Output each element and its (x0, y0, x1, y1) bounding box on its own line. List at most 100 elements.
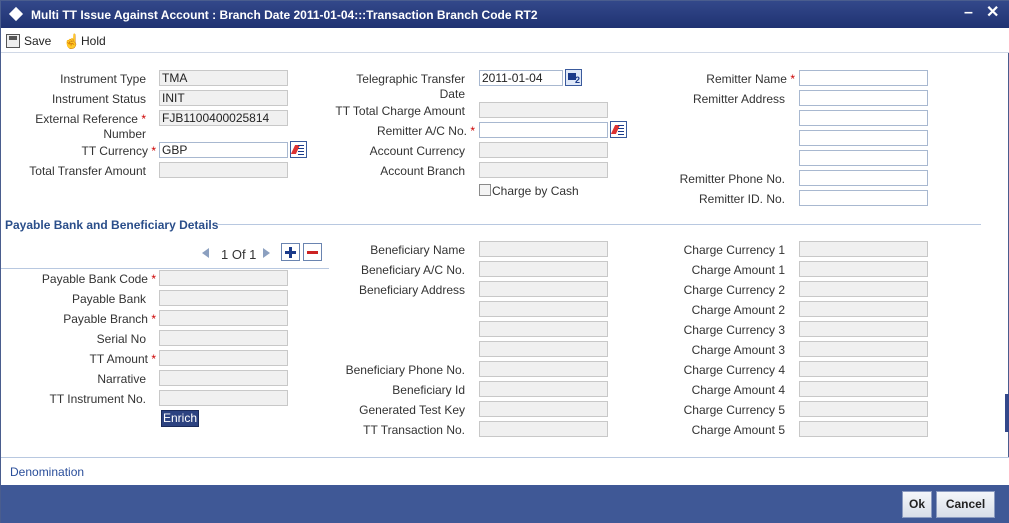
payable-bank-code-label: Payable Bank Code * (42, 272, 156, 286)
charge-currency-2-label: Charge Currency 2 (683, 283, 785, 297)
denomination-link[interactable]: Denomination (10, 465, 84, 479)
remitter-ac-label-text: Remitter A/C No. (376, 124, 467, 138)
tt-currency-label-text: TT Currency (81, 144, 148, 158)
account-currency-label: Account Currency (369, 144, 465, 158)
beneficiary-phone-field (479, 361, 608, 377)
payable-bank-code-field[interactable] (159, 270, 288, 286)
remitter-name-label-text: Remitter Name (706, 72, 787, 86)
charge-currency-4-label: Charge Currency 4 (683, 363, 785, 377)
tt-currency-label: TT Currency * (82, 144, 156, 158)
add-row-button[interactable] (281, 243, 300, 261)
charge-amount-1-label: Charge Amount 1 (691, 263, 785, 277)
beneficiary-address-line-3 (479, 321, 608, 337)
charge-currency-4-field (799, 361, 928, 377)
remitter-address-line-1[interactable] (799, 90, 928, 106)
required-marker: * (151, 312, 156, 326)
tt-date-label: Telegraphic Transfer (356, 72, 465, 86)
pager-bar: 1 Of 1 (1, 241, 329, 269)
tt-currency-input[interactable]: GBP (159, 142, 288, 158)
charge-by-cash-checkbox[interactable] (479, 184, 491, 196)
delete-row-button[interactable] (303, 243, 322, 261)
total-transfer-amount-label: Total Transfer Amount (29, 164, 146, 178)
previous-record-icon[interactable] (202, 248, 209, 258)
section-divider (217, 224, 981, 225)
remitter-ac-lov-icon[interactable] (610, 121, 627, 138)
charge-by-cash-label: Charge by Cash (492, 184, 579, 198)
cancel-button[interactable]: Cancel (936, 491, 995, 518)
tt-date-input[interactable]: 2011-01-04 (479, 70, 563, 86)
toolbar: Save ☝ Hold (1, 28, 1009, 53)
account-branch-label: Account Branch (380, 164, 465, 178)
remitter-name-input[interactable] (799, 70, 928, 86)
tt-currency-lov-icon[interactable] (290, 141, 307, 158)
window-frame: Multi TT Issue Against Account : Branch … (0, 0, 1009, 523)
payable-branch-field[interactable] (159, 310, 288, 326)
tt-transaction-no-field (479, 421, 608, 437)
instrument-status-field: INIT (159, 90, 288, 106)
payable-bank-code-label-text: Payable Bank Code (41, 272, 148, 286)
beneficiary-address-line-1 (479, 281, 608, 297)
charge-amount-3-label: Charge Amount 3 (691, 343, 785, 357)
remitter-ac-input[interactable] (479, 122, 608, 138)
serial-no-field (159, 330, 288, 346)
remitter-address-line-2[interactable] (799, 110, 928, 126)
remitter-name-label: Remitter Name * (706, 72, 795, 86)
payable-section-title: Payable Bank and Beneficiary Details (5, 218, 219, 232)
tt-total-charge-label: TT Total Charge Amount (335, 104, 465, 118)
charge-amount-3-field (799, 341, 928, 357)
narrative-label: Narrative (97, 372, 146, 386)
tt-date-label-line2: Date (439, 87, 465, 101)
beneficiary-address-line-4 (479, 341, 608, 357)
remitter-id-label: Remitter ID. No. (698, 192, 785, 206)
calendar-icon[interactable] (565, 69, 582, 86)
required-marker: * (790, 72, 795, 86)
account-currency-field (479, 142, 608, 158)
generated-test-key-field (479, 401, 608, 417)
hold-button[interactable]: ☝ Hold (63, 32, 106, 50)
enrich-button[interactable]: Enrich (161, 410, 199, 427)
bottom-strip: Denomination (1, 457, 1009, 485)
remitter-phone-input[interactable] (799, 170, 928, 186)
beneficiary-id-label: Beneficiary Id (392, 383, 465, 397)
remitter-ac-label: Remitter A/C No. * (377, 124, 475, 138)
payable-bank-label: Payable Bank (71, 292, 146, 306)
charge-currency-5-label: Charge Currency 5 (683, 403, 785, 417)
side-scroll-tab[interactable] (1005, 394, 1009, 432)
remitter-id-input[interactable] (799, 190, 928, 206)
tt-amount-field[interactable] (159, 350, 288, 366)
account-branch-field (479, 162, 608, 178)
beneficiary-ac-label: Beneficiary A/C No. (360, 263, 465, 277)
charge-currency-3-field (799, 321, 928, 337)
external-reference-field: FJB1100400025814 (159, 110, 288, 126)
beneficiary-address-label: Beneficiary Address (358, 283, 465, 297)
narrative-field[interactable] (159, 370, 288, 386)
charge-amount-1-field (799, 261, 928, 277)
remitter-address-line-3[interactable] (799, 130, 928, 146)
beneficiary-ac-field (479, 261, 608, 277)
payable-branch-label-text: Payable Branch (63, 312, 148, 326)
save-icon (6, 34, 20, 48)
tt-total-charge-field (479, 102, 608, 118)
charge-currency-1-field (799, 241, 928, 257)
remitter-address-line-4[interactable] (799, 150, 928, 166)
save-button[interactable]: Save (6, 32, 51, 50)
tt-instrument-no-field (159, 390, 288, 406)
charge-amount-5-label: Charge Amount 5 (691, 423, 785, 437)
minimize-icon[interactable]: – (964, 4, 973, 22)
next-record-icon[interactable] (263, 248, 270, 258)
charge-amount-2-label: Charge Amount 2 (691, 303, 785, 317)
beneficiary-phone-label: Beneficiary Phone No. (345, 363, 465, 377)
close-icon[interactable]: ✕ (986, 4, 999, 22)
external-reference-label-line2: Number (103, 127, 146, 141)
instrument-status-label: Instrument Status (51, 92, 146, 106)
charge-amount-4-label: Charge Amount 4 (691, 383, 785, 397)
ok-button[interactable]: Ok (902, 491, 932, 518)
pager-text: 1 Of 1 (221, 247, 257, 262)
charge-currency-5-field (799, 401, 928, 417)
tt-amount-label: TT Amount * (90, 352, 157, 366)
hold-icon: ☝ (63, 33, 81, 49)
beneficiary-name-field (479, 241, 608, 257)
generated-test-key-label: Generated Test Key (359, 403, 465, 417)
charge-currency-2-field (799, 281, 928, 297)
required-marker: * (151, 144, 156, 158)
